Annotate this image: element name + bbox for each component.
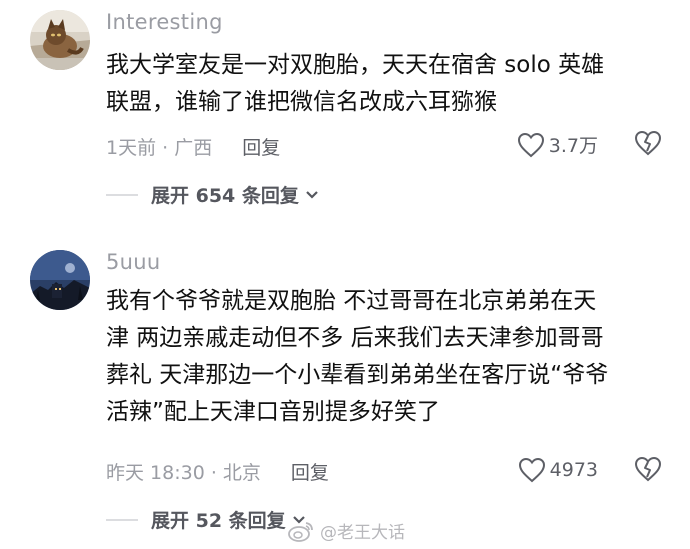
- heart-outline-icon: [517, 132, 544, 157]
- expand-replies-button[interactable]: 展开 654 条回复: [106, 181, 319, 208]
- weibo-logo-icon: [288, 521, 313, 542]
- night-scene-avatar-icon: [30, 250, 90, 310]
- comment-text: 我大学室友是一对双胞胎，天天在宿舍 solo 英雄 联盟，谁输了谁把微信名改成六…: [106, 52, 605, 115]
- comment-list: Interesting 我大学室友是一对双胞胎，天天在宿舍 solo 英雄 联盟…: [0, 0, 690, 549]
- divider-line: [106, 518, 138, 521]
- username[interactable]: 5uuu: [106, 250, 161, 274]
- like-button[interactable]: 3.7万: [517, 131, 598, 158]
- timestamp-location: 昨天 18:30 · 北京: [106, 462, 261, 484]
- avatar[interactable]: [30, 10, 90, 70]
- divider-line: [106, 193, 138, 196]
- username[interactable]: Interesting: [106, 10, 223, 34]
- watermark-text: @老王大话: [320, 523, 405, 543]
- comment-meta: 昨天 18:30 · 北京 回复: [106, 458, 329, 485]
- watermark: @老王大话: [288, 518, 405, 543]
- like-button[interactable]: 4973: [518, 457, 598, 483]
- timestamp-location: 1天前 · 广西: [106, 137, 213, 159]
- dislike-button[interactable]: [634, 130, 662, 160]
- reply-button[interactable]: 回复: [291, 458, 329, 485]
- broken-heart-icon: [634, 130, 662, 156]
- cat-photo-avatar-icon: [30, 10, 90, 70]
- heart-outline-icon: [518, 457, 545, 483]
- comment-text: 我有个爷爷就是双胞胎 不过哥哥在北京弟弟在天 津 两边亲戚走动但不多 后来我们去…: [106, 288, 609, 425]
- like-count: 3.7万: [548, 135, 598, 157]
- reply-button[interactable]: 回复: [242, 133, 280, 160]
- dislike-button[interactable]: [634, 456, 662, 486]
- expand-replies-button[interactable]: 展开 52 条回复: [106, 506, 306, 533]
- comment-meta: 1天前 · 广西 回复: [106, 133, 280, 160]
- expand-replies-label: 展开 654 条回复: [151, 185, 299, 207]
- avatar[interactable]: [30, 250, 90, 310]
- like-count: 4973: [549, 459, 598, 481]
- expand-replies-label: 展开 52 条回复: [151, 510, 286, 532]
- broken-heart-icon: [634, 456, 662, 482]
- chevron-down-icon: [306, 190, 318, 199]
